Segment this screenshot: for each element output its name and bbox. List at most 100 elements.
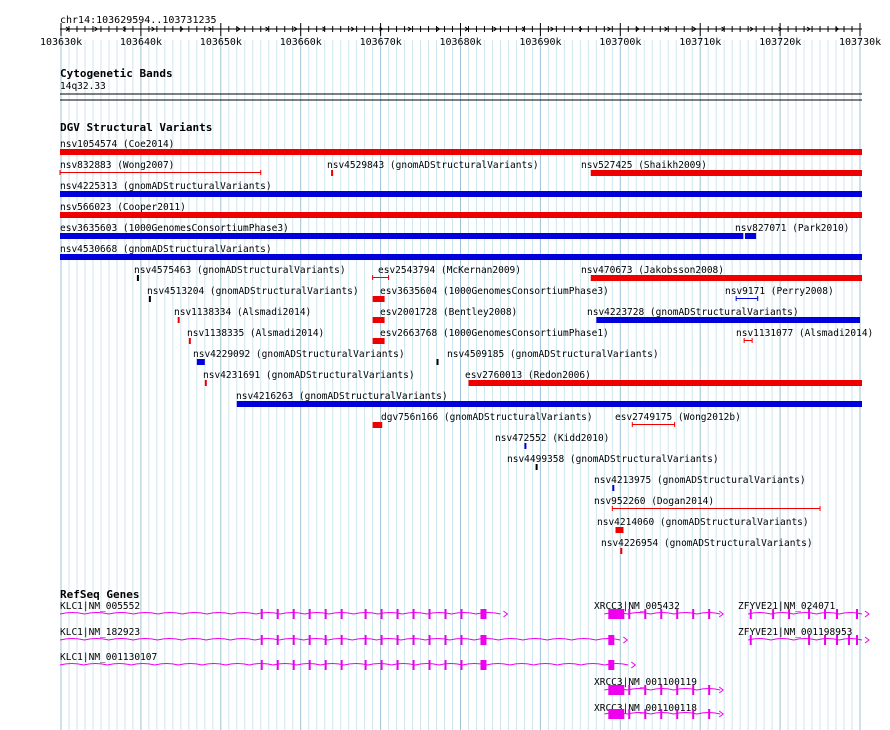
gene-exon: [292, 635, 295, 645]
gene-exon: [808, 609, 811, 619]
gene-exon: [692, 709, 695, 719]
gene-exon: [480, 660, 487, 670]
gene-exon: [836, 609, 839, 619]
gene-exon: [660, 709, 663, 719]
variant-bar: [148, 296, 151, 302]
gene-exon: [444, 660, 447, 670]
variant-bar: [60, 149, 862, 155]
variant-bar: [60, 212, 862, 218]
gene-exon: [340, 660, 343, 670]
gene-exon: [324, 635, 327, 645]
gene-exon: [260, 660, 263, 670]
variant-bar: [236, 401, 862, 407]
gene-exon: [480, 609, 487, 619]
gene-exon: [660, 609, 663, 619]
gene-exon: [480, 635, 487, 645]
gene-exon: [608, 685, 625, 695]
gene-exon: [660, 685, 663, 695]
gene-exon: [428, 660, 431, 670]
gene-exon: [628, 685, 631, 695]
variant-bar: [620, 548, 623, 554]
gene-exon: [676, 709, 679, 719]
variant-bar: [196, 359, 205, 365]
variant-bar: [590, 275, 862, 281]
gene-exon: [412, 660, 415, 670]
gene-intron-line: [59, 638, 621, 641]
gene-intron-line: [59, 612, 501, 615]
gene-exon: [608, 709, 625, 719]
gene-exon: [676, 685, 679, 695]
gene-intron-line: [59, 663, 629, 666]
gene-exon: [749, 609, 752, 619]
gene-exon: [444, 635, 447, 645]
gene-exon: [276, 660, 279, 670]
gene-exon: [396, 660, 399, 670]
variant-bar: [372, 422, 383, 428]
gene-exon: [708, 609, 711, 619]
track-features: [59, 23, 870, 719]
gene-exon: [380, 635, 383, 645]
variant-bar: [535, 464, 538, 470]
variant-bar: [188, 338, 191, 344]
gene-exon: [749, 635, 752, 645]
gene-exon: [396, 609, 399, 619]
gene-exon: [856, 609, 859, 619]
gene-exon: [260, 609, 263, 619]
strand-arrow-icon: [630, 661, 637, 669]
variant-bar: [60, 233, 744, 239]
gene-exon: [364, 635, 367, 645]
gene-exon: [772, 609, 775, 619]
gene-exon: [824, 635, 827, 645]
gene-exon: [324, 660, 327, 670]
gene-exon: [608, 609, 625, 619]
variant-bar: [331, 170, 334, 176]
gene-exon: [836, 635, 839, 645]
gene-exon: [428, 609, 431, 619]
variant-bar: [372, 338, 385, 344]
gene-exon: [460, 635, 463, 645]
gene-exon: [676, 609, 679, 619]
gene-exon: [380, 660, 383, 670]
gene-exon: [308, 635, 311, 645]
gene-exon: [340, 609, 343, 619]
strand-arrow-icon: [623, 636, 629, 644]
strand-arrow-icon: [864, 610, 870, 618]
gene-exon: [292, 609, 295, 619]
variant-bar: [136, 275, 139, 281]
variant-bar: [744, 233, 757, 239]
gene-exon: [856, 635, 859, 645]
gene-exon: [444, 609, 447, 619]
variant-bar: [468, 380, 862, 386]
gene-exon: [644, 609, 647, 619]
variant-bar: [372, 317, 385, 323]
gene-exon: [260, 635, 263, 645]
gene-exon: [308, 609, 311, 619]
variant-bar: [596, 317, 860, 323]
gene-exon: [412, 609, 415, 619]
gene-exon: [628, 609, 631, 619]
variant-bar: [615, 527, 624, 533]
gene-exon: [292, 660, 295, 670]
gene-exon: [380, 609, 383, 619]
strand-arrow-icon: [503, 610, 509, 618]
genome-browser-view: chr14:103629594..103731235 103630k 103640…: [0, 0, 890, 730]
gene-intron-line: [748, 612, 863, 615]
gene-exon: [428, 635, 431, 645]
gene-exon: [308, 660, 311, 670]
variant-bar: [177, 317, 180, 323]
gene-exon: [824, 609, 827, 619]
gene-exon: [788, 609, 791, 619]
variant-bar: [436, 359, 439, 365]
gene-exon: [396, 635, 399, 645]
gene-exon: [324, 609, 327, 619]
gene-exon: [364, 609, 367, 619]
gene-intron-line: [748, 638, 863, 641]
variant-bar: [612, 485, 615, 491]
variant-bar: [590, 170, 862, 176]
variant-bar: [372, 296, 385, 302]
gene-exon: [848, 635, 851, 645]
gene-exon: [708, 685, 711, 695]
gene-exon: [644, 709, 647, 719]
gene-exon: [692, 609, 695, 619]
gene-exon: [460, 660, 463, 670]
